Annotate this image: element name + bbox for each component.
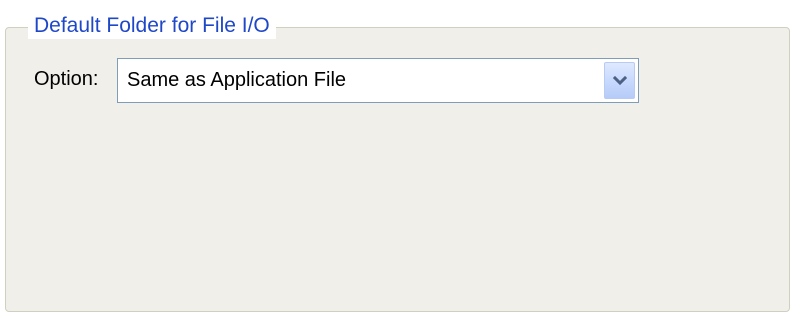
option-selected-value: Same as Application File — [127, 69, 347, 91]
option-select[interactable]: Same as Application File — [117, 58, 639, 103]
settings-panel: Default Folder for File I/O Option: Same… — [0, 0, 796, 316]
dropdown-button[interactable] — [604, 62, 635, 99]
group-title: Default Folder for File I/O — [28, 13, 276, 39]
option-label: Option: — [34, 68, 99, 90]
chevron-down-icon — [612, 75, 627, 85]
